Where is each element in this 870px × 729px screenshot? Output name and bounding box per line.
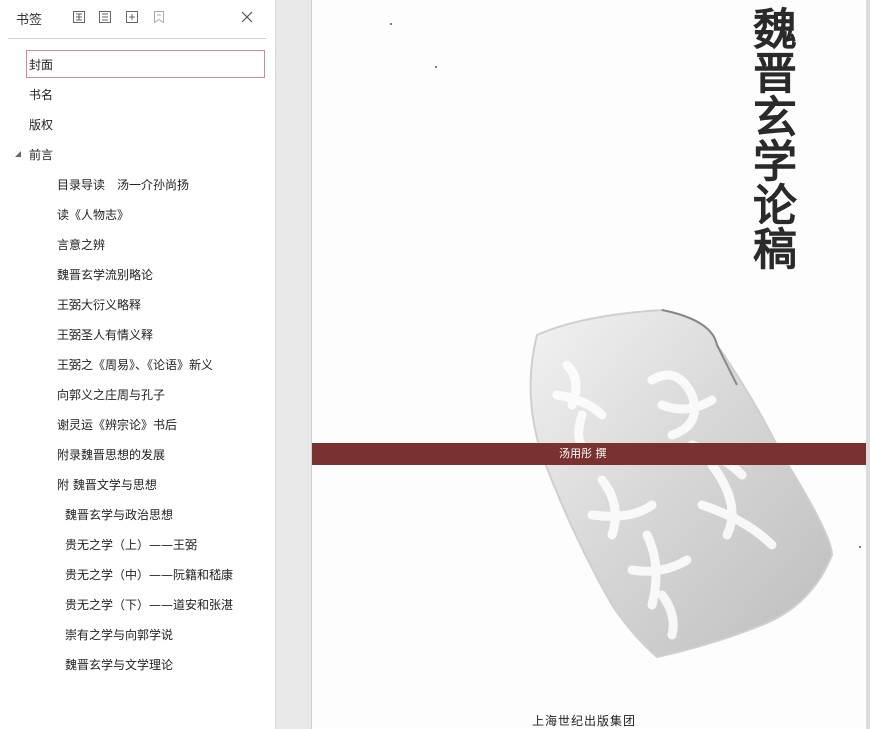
bookmark-label: 前言: [29, 148, 54, 162]
sidebar-header: 书签: [0, 0, 276, 36]
book-title: 魏晋玄学论稿: [745, 6, 796, 270]
bookmark-item[interactable]: 附录魏晋思想的发展: [0, 440, 276, 470]
bookmark-item[interactable]: 王弼圣人有情义释: [0, 320, 276, 350]
bookmark-label: 贵无之学（上）——王弼: [65, 538, 198, 552]
bookmark-label: 目录导读 汤一介孙尚扬: [57, 178, 190, 192]
bookmark-label: 封面: [29, 58, 54, 72]
bookmark-item[interactable]: 言意之辨: [0, 230, 276, 260]
close-icon[interactable]: [239, 9, 255, 25]
bookmark-label: 读《人物志》: [57, 208, 130, 222]
bookmark-item[interactable]: 魏晋玄学与文学理论: [0, 650, 276, 680]
sidebar-title: 书签: [16, 13, 43, 28]
bookmark-label: 魏晋玄学与文学理论: [65, 658, 174, 672]
bookmark-item[interactable]: 王弼之《周易》、《论语》新义: [0, 350, 276, 380]
selection-highlight: [26, 50, 265, 78]
bookmark-item[interactable]: 贵无之学（下）——道安和张湛: [0, 590, 276, 620]
bookmark-item[interactable]: 崇有之学与向郭学说: [0, 620, 276, 650]
bookmark-item[interactable]: 贵无之学（上）——王弼: [0, 530, 276, 560]
bookmark-item[interactable]: 向郭义之庄周与孔子: [0, 380, 276, 410]
expand-all-icon[interactable]: [72, 10, 86, 24]
add-bookmark-icon[interactable]: [125, 10, 139, 24]
bookmark-label: 谢灵运《辨宗论》书后: [57, 418, 178, 432]
header-divider: [8, 38, 266, 39]
bookmark-label: 魏晋玄学与政治思想: [65, 508, 174, 522]
bookmark-label: 魏晋玄学流别略论: [57, 268, 154, 282]
bookmark-tree: 封面 书名 版权 前言 目录导读 汤一介孙尚扬 读《人物志》 言意之辨 魏晋玄学…: [0, 50, 276, 680]
bookmark-label: 版权: [29, 118, 54, 132]
viewer-background: [276, 0, 311, 729]
bookmark-icon[interactable]: [152, 10, 166, 24]
publisher-name: 上海世纪出版集团: [532, 714, 637, 728]
bookmark-item[interactable]: 魏晋玄学流别略论: [0, 260, 276, 290]
bookmark-sidebar: 书签 封面 书名 版权 前言 目录导读 汤一介孙尚扬 读《人物志》 言意之辨 魏…: [0, 0, 276, 729]
author-name: 汤用彤 撰: [559, 447, 607, 460]
collapse-triangle-icon[interactable]: [15, 151, 21, 157]
scan-speck: [435, 66, 437, 68]
bookmark-item[interactable]: 读《人物志》: [0, 200, 276, 230]
bookmark-item[interactable]: 魏晋玄学与政治思想: [0, 500, 276, 530]
pdf-reader-window: 书签 封面 书名 版权 前言 目录导读 汤一介孙尚扬 读《人物志》 言意之辨 魏…: [0, 0, 870, 729]
bookmark-label: 言意之辨: [57, 238, 106, 252]
bookmark-label: 书名: [29, 88, 54, 102]
bookmark-item-title-page[interactable]: 书名: [0, 80, 276, 110]
bookmark-item-preface[interactable]: 前言: [0, 140, 276, 170]
bookmark-label: 王弼大衍义略释: [57, 298, 142, 312]
bookmark-label: 贵无之学（中）——阮籍和嵇康: [65, 568, 234, 582]
bookmark-item-cover[interactable]: 封面: [0, 50, 276, 80]
bookmark-item[interactable]: 王弼大衍义略释: [0, 290, 276, 320]
bookmark-item[interactable]: 贵无之学（中）——阮籍和嵇康: [0, 560, 276, 590]
bookmark-label: 王弼之《周易》、《论语》新义: [57, 358, 214, 372]
document-page[interactable]: 魏晋玄学论稿 汤用彤 撰 上海世纪出版集团: [311, 0, 868, 729]
seal-stone-illustration: [529, 308, 834, 659]
scan-speck: [390, 23, 392, 25]
bookmark-label: 崇有之学与向郭学说: [65, 628, 174, 642]
bookmark-item[interactable]: 谢灵运《辨宗论》书后: [0, 410, 276, 440]
bookmark-label: 附 魏晋文学与思想: [57, 478, 157, 492]
bookmark-label: 贵无之学（下）——道安和张湛: [65, 598, 234, 612]
bookmark-label: 王弼圣人有情义释: [57, 328, 154, 342]
bookmark-item[interactable]: 目录导读 汤一介孙尚扬: [0, 170, 276, 200]
scan-speck: [859, 546, 861, 548]
bookmark-item-copyright[interactable]: 版权: [0, 110, 276, 140]
bookmark-item[interactable]: 附 魏晋文学与思想: [0, 470, 276, 500]
bookmark-label: 向郭义之庄周与孔子: [57, 388, 166, 402]
vertical-scrollbar[interactable]: [866, 0, 870, 729]
collapse-all-icon[interactable]: [98, 10, 112, 24]
bookmark-label: 附录魏晋思想的发展: [57, 448, 166, 462]
